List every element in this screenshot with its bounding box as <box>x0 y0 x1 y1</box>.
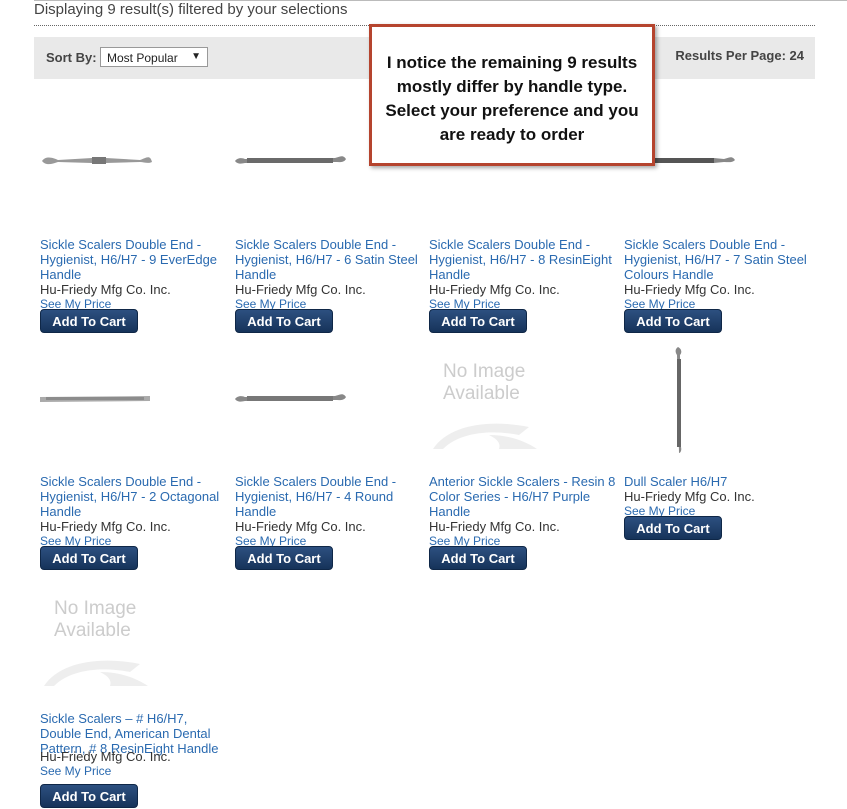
product-image[interactable] <box>235 347 425 472</box>
per-page-label: Results Per Page: <box>675 48 786 63</box>
results-summary: Displaying 9 result(s) filtered by your … <box>34 1 348 18</box>
no-image-text: No Image <box>54 598 137 619</box>
product-image[interactable] <box>40 110 230 235</box>
no-image-graphic <box>44 660 148 686</box>
add-to-cart-button[interactable]: Add To Cart <box>235 546 333 570</box>
add-to-cart-button[interactable]: Add To Cart <box>235 309 333 333</box>
sort-label: Sort By: <box>46 50 97 65</box>
no-image-placeholder: No Image Available <box>429 357 539 457</box>
chevron-down-icon: ▼ <box>191 51 201 62</box>
product-card: Sickle Scalers Double End - Hygienist, H… <box>40 347 230 587</box>
product-brand: Hu-Friedy Mfg Co. Inc. <box>429 519 560 534</box>
no-image-text: Available <box>443 383 520 404</box>
product-brand: Hu-Friedy Mfg Co. Inc. <box>40 749 171 764</box>
product-brand: Hu-Friedy Mfg Co. Inc. <box>624 489 755 504</box>
add-to-cart-button[interactable]: Add To Cart <box>40 784 138 808</box>
product-brand: Hu-Friedy Mfg Co. Inc. <box>40 282 171 297</box>
product-card: Sickle Scalers Double End - Hygienist, H… <box>235 347 425 587</box>
product-title-link[interactable]: Sickle Scalers Double End - Hygienist, H… <box>235 237 423 282</box>
product-brand: Hu-Friedy Mfg Co. Inc. <box>235 519 366 534</box>
product-brand: Hu-Friedy Mfg Co. Inc. <box>235 282 366 297</box>
product-card: No Image Available Sickle Scalers – # H6… <box>40 584 230 808</box>
add-to-cart-button[interactable]: Add To Cart <box>40 546 138 570</box>
no-image-placeholder: No Image Available <box>40 594 150 694</box>
add-to-cart-button[interactable]: Add To Cart <box>624 309 722 333</box>
product-brand: Hu-Friedy Mfg Co. Inc. <box>624 282 755 297</box>
product-card: Dull Scaler H6/H7 Hu-Friedy Mfg Co. Inc.… <box>624 347 814 587</box>
product-brand: Hu-Friedy Mfg Co. Inc. <box>429 282 560 297</box>
product-image[interactable] <box>40 347 230 472</box>
add-to-cart-button[interactable]: Add To Cart <box>40 309 138 333</box>
product-title-link[interactable]: Sickle Scalers Double End - Hygienist, H… <box>40 474 228 519</box>
product-title-link[interactable]: Sickle Scalers Double End - Hygienist, H… <box>40 237 228 282</box>
see-price-link[interactable]: See My Price <box>40 764 111 778</box>
product-title-link[interactable]: Dull Scaler H6/H7 <box>624 474 812 489</box>
product-title-link[interactable]: Sickle Scalers Double End - Hygienist, H… <box>624 237 812 282</box>
add-to-cart-button[interactable]: Add To Cart <box>429 309 527 333</box>
product-image[interactable]: No Image Available <box>429 347 619 472</box>
product-title-link[interactable]: Anterior Sickle Scalers - Resin 8 Color … <box>429 474 617 519</box>
results-per-page[interactable]: Results Per Page: 24 <box>675 48 804 63</box>
no-image-graphic <box>433 423 537 449</box>
annotation-callout: I notice the remaining 9 results mostly … <box>369 24 655 166</box>
sort-select[interactable]: Most Popular ▼ <box>100 47 208 67</box>
no-image-text: Available <box>54 620 131 641</box>
add-to-cart-button[interactable]: Add To Cart <box>429 546 527 570</box>
product-title-link[interactable]: Sickle Scalers Double End - Hygienist, H… <box>235 474 423 519</box>
sort-selected-value: Most Popular <box>107 51 178 65</box>
product-title-link[interactable]: Sickle Scalers Double End - Hygienist, H… <box>429 237 617 282</box>
product-image[interactable] <box>624 347 814 472</box>
add-to-cart-button[interactable]: Add To Cart <box>624 516 722 540</box>
product-brand: Hu-Friedy Mfg Co. Inc. <box>40 519 171 534</box>
product-image[interactable]: No Image Available <box>40 584 230 709</box>
product-card: No Image Available Anterior Sickle Scale… <box>429 347 619 587</box>
no-image-text: No Image <box>443 361 526 382</box>
product-card: Sickle Scalers Double End - Hygienist, H… <box>40 110 230 350</box>
per-page-value: 24 <box>789 48 804 63</box>
